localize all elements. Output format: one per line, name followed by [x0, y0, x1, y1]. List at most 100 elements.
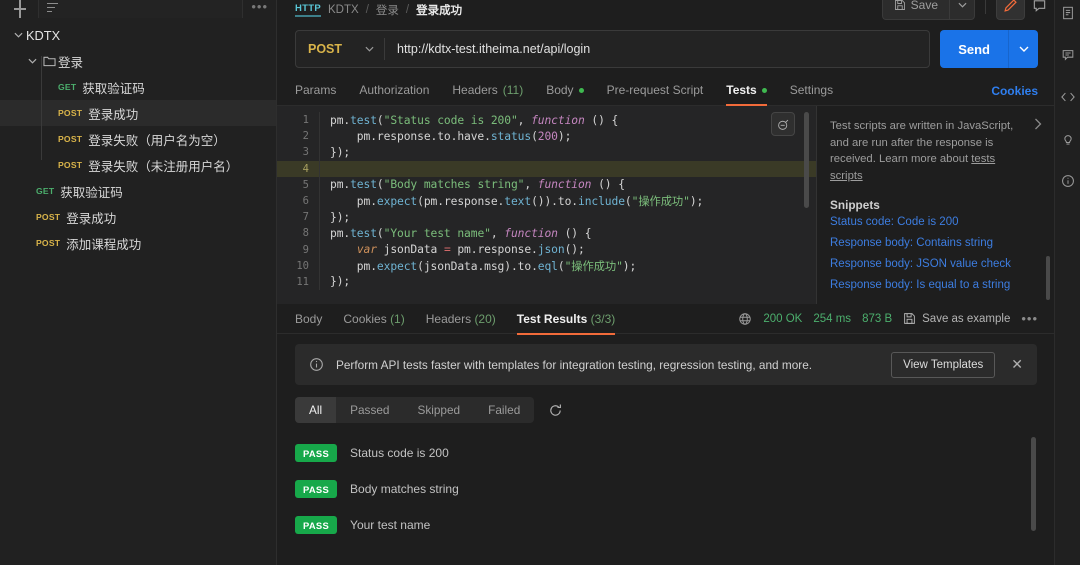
- sidebar-more-button[interactable]: •••: [251, 0, 268, 15]
- request-tab-params[interactable]: Params: [295, 77, 336, 105]
- save-options-button[interactable]: [949, 0, 975, 20]
- code-line: 5 pm.test("Body matches string", function…: [277, 176, 817, 193]
- snippet-link[interactable]: Response body: Contains string: [830, 237, 1040, 249]
- snippets-expand-icon[interactable]: [1034, 118, 1042, 130]
- sidebar-collection-item[interactable]: KDTX: [0, 22, 276, 48]
- code-line: 4: [277, 160, 817, 177]
- sidebar-filter-input[interactable]: [38, 0, 244, 18]
- code-editor[interactable]: 1 pm.test("Status code is 200", function …: [277, 106, 818, 304]
- request-tab-authorization[interactable]: Authorization: [359, 77, 429, 105]
- postman-window: ••• KDTX 登录 GET 获取验证码 POST 登录成功 POST 登录失败（用户名为空…: [0, 0, 1080, 565]
- code-token: function: [531, 113, 585, 127]
- banner-text: Perform API tests faster with templates …: [336, 357, 813, 372]
- close-icon[interactable]: ✕: [1007, 356, 1027, 373]
- chevron-down-icon[interactable]: [10, 32, 26, 38]
- refresh-icon[interactable]: [548, 403, 563, 418]
- chevron-down-icon[interactable]: [24, 58, 40, 64]
- results-scrollbar[interactable]: [1031, 437, 1036, 531]
- code-token: (jsonData.msg).to.: [417, 259, 538, 273]
- new-item-button[interactable]: [10, 0, 30, 18]
- code-icon[interactable]: [1055, 86, 1080, 108]
- sidebar-request-item[interactable]: POST 登录成功: [0, 204, 276, 230]
- sidebar-item-method: POST: [58, 160, 83, 170]
- sidebar-item-method: POST: [58, 108, 83, 118]
- test-name: Your test name: [350, 518, 431, 532]
- network-globe-icon[interactable]: [738, 312, 752, 326]
- method-selector[interactable]: POST: [296, 31, 384, 67]
- tab-label: Test Results: [516, 311, 588, 326]
- response-tab-test-results[interactable]: Test Results (3/3): [516, 304, 615, 335]
- send-button[interactable]: Send: [940, 30, 1008, 68]
- snippet-link[interactable]: Response body: JSON value check: [830, 258, 1040, 270]
- method-label: POST: [308, 42, 343, 56]
- breadcrumb-collection[interactable]: KDTX: [328, 4, 359, 16]
- info-bulb-icon[interactable]: [1055, 128, 1080, 150]
- response-tab-cookies[interactable]: Cookies (1): [343, 304, 404, 334]
- folder-icon: [40, 55, 58, 67]
- status-badge: PASS: [295, 480, 338, 498]
- save-as-example-label: Save as example: [922, 312, 1011, 325]
- code-text: pm.test("Status code is 200", function (…: [320, 114, 618, 127]
- comment-icon[interactable]: [1055, 44, 1080, 66]
- code-token: "Body matches string": [383, 178, 525, 192]
- snippets-panel: Test scripts are written in JavaScript, …: [818, 106, 1054, 304]
- edit-pencil-button[interactable]: [996, 0, 1025, 20]
- editor-scrollbar[interactable]: [804, 112, 809, 208]
- url-box: POST: [295, 30, 931, 68]
- code-text: pm.response.to.have.status(200);: [320, 129, 572, 143]
- code-token: (: [376, 178, 384, 192]
- url-input[interactable]: [385, 31, 930, 67]
- send-options-button[interactable]: [1008, 30, 1038, 68]
- results-filter-passed[interactable]: Passed: [336, 397, 403, 423]
- snippets-scrollbar[interactable]: [1046, 256, 1050, 300]
- response-tab-body[interactable]: Body: [295, 304, 322, 334]
- request-tab-body[interactable]: Body: [546, 77, 584, 105]
- templates-banner: Perform API tests faster with templates …: [295, 344, 1037, 385]
- code-line: 9 var jsonData = pm.response.json();: [277, 241, 817, 258]
- sidebar-item-label: 登录失败（未注册用户名）: [88, 159, 239, 174]
- tab-label: Pre-request Script: [606, 83, 704, 97]
- code-token: "Your test name": [383, 226, 491, 240]
- request-tab-tests[interactable]: Tests: [726, 77, 768, 106]
- sidebar-request-item[interactable]: POST 添加课程成功: [0, 230, 276, 256]
- line-number: 11: [296, 275, 309, 288]
- save-button[interactable]: Save: [881, 0, 949, 20]
- cookies-link[interactable]: Cookies: [991, 84, 1038, 98]
- collection-tree: KDTX 登录 GET 获取验证码 POST 登录成功 POST 登录失败（用户名为空） POS…: [0, 18, 276, 256]
- results-filter-skipped[interactable]: Skipped: [403, 397, 474, 423]
- header-actions: Save: [881, 0, 1054, 20]
- editor-edge: [816, 106, 817, 304]
- save-as-example-button[interactable]: Save as example: [903, 312, 1010, 325]
- sidebar-request-item[interactable]: GET 获取验证码: [0, 178, 276, 204]
- code-text: pm.test("Your test name", function () {: [320, 226, 592, 240]
- info-circle-icon[interactable]: [1055, 170, 1080, 192]
- code-token: (: [531, 129, 538, 143]
- code-token: ();: [564, 243, 585, 257]
- sidebar-item-label: KDTX: [26, 27, 61, 43]
- documentation-icon[interactable]: [1055, 2, 1080, 24]
- editor-beautify-button[interactable]: [771, 112, 795, 136]
- view-templates-button[interactable]: View Templates: [891, 351, 996, 378]
- code-token: () {: [591, 178, 625, 192]
- response-tab-headers[interactable]: Headers (20): [426, 304, 496, 334]
- tree-guideline: [41, 56, 42, 160]
- sidebar-item-method: POST: [36, 212, 61, 222]
- request-tab-settings[interactable]: Settings: [790, 77, 833, 105]
- test-name: Status code is 200: [350, 446, 449, 460]
- breadcrumb-separator: /: [365, 4, 369, 16]
- comment-button[interactable]: [1025, 0, 1054, 20]
- response-more-button[interactable]: •••: [1021, 312, 1038, 325]
- breadcrumb-folder[interactable]: 登录: [376, 2, 399, 18]
- code-token: ,: [524, 178, 538, 192]
- results-filter-failed[interactable]: Failed: [474, 397, 534, 423]
- snippet-link[interactable]: Response body: Is equal to a string: [830, 279, 1040, 291]
- snippet-link[interactable]: Status code: Code is 200: [830, 216, 1040, 228]
- code-token: ,: [517, 113, 532, 127]
- code-token: });: [330, 275, 351, 289]
- results-filter-all[interactable]: All: [295, 397, 337, 423]
- code-token: include: [578, 195, 625, 209]
- request-tab-pre-request-script[interactable]: Pre-request Script: [607, 77, 704, 105]
- request-tab-headers[interactable]: Headers (11): [452, 77, 523, 105]
- line-number: 6: [302, 195, 309, 208]
